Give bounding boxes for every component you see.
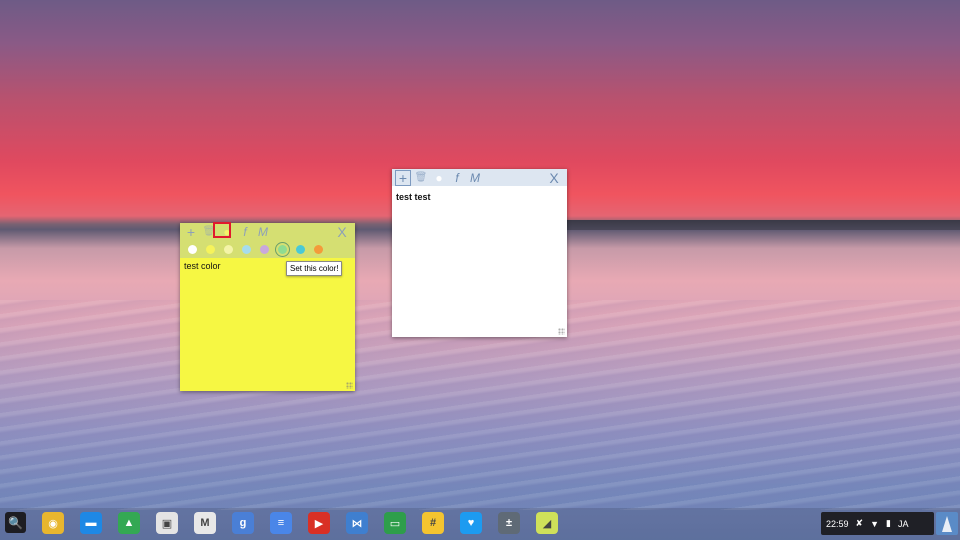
tooltip: Set this color! <box>286 261 343 276</box>
ime-indicator: JA <box>897 518 909 529</box>
hash-icon[interactable]: # <box>422 512 444 534</box>
delete-note-button[interactable]: 🗑 <box>413 170 429 186</box>
drive-icon[interactable]: ▲ <box>118 512 140 534</box>
color-swatch[interactable] <box>241 244 251 254</box>
note-text[interactable]: test test <box>392 186 567 205</box>
font-button[interactable]: f <box>449 170 465 186</box>
wifi-icon: ▼ <box>870 518 879 529</box>
add-note-button[interactable]: + <box>395 169 411 186</box>
color-swatch[interactable] <box>274 241 290 257</box>
youtube-icon[interactable]: ▶ <box>308 512 330 534</box>
highlight-box <box>213 222 231 238</box>
sticky-note-yellow[interactable]: + 🗑 ● f M X test color Set this color! <box>180 222 355 391</box>
note-toolbar: + 🗑 ● f M X <box>392 169 567 186</box>
color-swatch[interactable] <box>295 244 305 254</box>
color-swatch[interactable] <box>259 244 269 254</box>
sticky-notes-icon[interactable]: ◢ <box>536 512 558 534</box>
status-tray[interactable]: 22:59 ✘ ▼ ▮ JA <box>821 512 934 535</box>
close-note-button[interactable]: X <box>334 224 350 240</box>
google-search-icon[interactable]: g <box>232 512 254 534</box>
font-button[interactable]: f <box>237 224 253 240</box>
chrome-store-icon[interactable]: ▣ <box>156 512 178 534</box>
keep-like-icon[interactable]: ⋈ <box>346 512 368 534</box>
user-avatar[interactable] <box>936 512 958 535</box>
gmail-icon[interactable]: M <box>194 512 216 534</box>
wallpaper-shoreline <box>560 220 960 230</box>
files-icon[interactable]: ▬ <box>80 512 102 534</box>
calculator-icon[interactable]: ± <box>498 512 520 534</box>
shelf: 🔍 ◉ ▬ ▲ ▣ Mg ≡ ▶ ⋈ ▭ # ♥ ± ◢ 22:59 ✘ ▼ ▮ JA <box>0 508 960 540</box>
color-picker-button[interactable]: ● <box>431 170 447 186</box>
note-toolbar: + 🗑 ● f M X <box>180 222 355 240</box>
menu-button[interactable]: M <box>467 170 483 186</box>
battery-icon: ▮ <box>886 518 891 528</box>
resize-grip[interactable] <box>558 328 565 335</box>
chrome-icon[interactable]: ◉ <box>42 512 64 534</box>
menu-button[interactable]: M <box>255 224 271 240</box>
twitter-icon[interactable]: ♥ <box>460 512 482 534</box>
add-note-button[interactable]: + <box>183 224 199 240</box>
docs-icon[interactable]: ≡ <box>270 512 292 534</box>
clock: 22:59 <box>826 518 849 529</box>
color-swatch-row <box>180 240 355 258</box>
mute-icon: ✘ <box>855 518 864 528</box>
color-swatch[interactable] <box>313 244 323 254</box>
sticky-note-white[interactable]: + 🗑 ● f M X test test <box>392 169 567 337</box>
color-swatch[interactable] <box>205 244 215 254</box>
color-swatch[interactable] <box>223 244 233 254</box>
launcher-search-icon[interactable]: 🔍 <box>5 512 26 533</box>
close-note-button[interactable]: X <box>546 170 562 186</box>
color-swatch[interactable] <box>187 244 197 254</box>
chromebook-icon[interactable]: ▭ <box>384 512 406 534</box>
resize-grip[interactable] <box>346 382 353 389</box>
